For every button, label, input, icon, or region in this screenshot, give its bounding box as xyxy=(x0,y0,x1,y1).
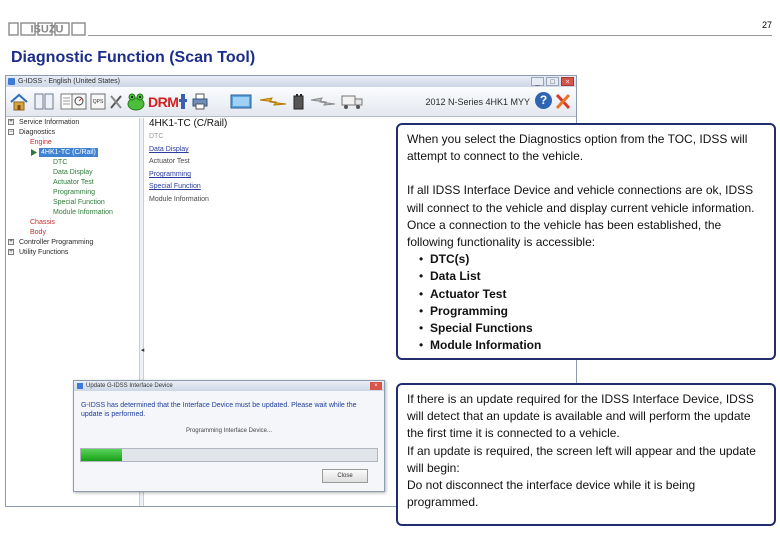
update-interface-dialog: Update G-IDSS Interface Device × G-IDSS … xyxy=(73,380,385,492)
toc-item-programming[interactable]: Programming xyxy=(53,188,95,197)
dialog-status-text: Programming Interface Device... xyxy=(185,428,273,434)
app-icon xyxy=(8,78,15,85)
dialog-titlebar[interactable]: Update G-IDSS Interface Device × xyxy=(74,381,384,391)
printer-icon[interactable] xyxy=(192,92,208,111)
content-link-special-function[interactable]: Special Function xyxy=(149,182,201,191)
dialog-title: Update G-IDSS Interface Device xyxy=(86,383,173,389)
vehicle-selection-label: 2012 N-Series 4HK1 MYY xyxy=(425,97,530,107)
window-controls: _ □ × xyxy=(531,77,574,86)
functionality-list: DTC(s) Data List Actuator Test Programmi… xyxy=(407,251,766,354)
callout-update-line1: If there is an update required for the I… xyxy=(407,392,754,441)
dialog-close-button[interactable]: Close xyxy=(322,469,368,483)
functionality-item-data-list: Data List xyxy=(419,268,766,285)
toc-item-body[interactable]: Body xyxy=(30,228,46,237)
maximize-button[interactable]: □ xyxy=(546,77,559,86)
drm-button[interactable]: DRM xyxy=(148,94,179,111)
tools-icon[interactable] xyxy=(108,92,124,111)
lightning-disabled-icon[interactable] xyxy=(309,92,337,111)
toc-item-utility-functions[interactable]: Utility Functions xyxy=(19,248,68,257)
help-icon[interactable]: ? xyxy=(535,92,552,109)
book-icon[interactable] xyxy=(33,92,55,111)
expand-toggle-icon[interactable]: + xyxy=(8,249,14,255)
content-link-programming[interactable]: Programming xyxy=(149,170,191,179)
update-progress-bar xyxy=(80,448,378,462)
lightning-icon[interactable] xyxy=(258,92,288,111)
frog-icon[interactable] xyxy=(126,92,146,111)
minimize-button[interactable]: _ xyxy=(531,77,544,86)
functionality-item-dtc: DTC(s) xyxy=(419,251,766,268)
svg-text:QPS: QPS xyxy=(93,99,104,105)
toc-item-actuator-test[interactable]: Actuator Test xyxy=(53,178,94,187)
settings-tool-icon[interactable] xyxy=(554,92,572,111)
toc-item-dtc[interactable]: DTC xyxy=(53,158,67,167)
toc-item-4hk1-tc[interactable]: 4HK1-TC (C/Rail) xyxy=(39,148,98,157)
expand-toggle-icon[interactable]: + xyxy=(8,239,14,245)
qps-icon[interactable]: QPS xyxy=(90,92,106,111)
functionality-item-special-functions: Special Functions xyxy=(419,320,766,337)
expand-toggle-icon[interactable]: + xyxy=(8,119,14,125)
diagnostics-icon[interactable] xyxy=(70,92,88,111)
main-toolbar: QPS DRM 2012 N-Series 4HK1 MYY ? xyxy=(6,87,576,117)
home-icon[interactable] xyxy=(9,92,29,111)
functionality-item-module-information: Module Information xyxy=(419,337,766,354)
dialog-message: G-IDSS has determined that the Interface… xyxy=(81,402,357,418)
content-link-module-information[interactable]: Module Information xyxy=(149,195,209,204)
toc-item-data-display[interactable]: Data Display xyxy=(53,168,93,177)
toc-item-chassis[interactable]: Chassis xyxy=(30,218,55,227)
collapse-toggle-icon[interactable]: − xyxy=(8,129,14,135)
current-selection-arrow-icon xyxy=(31,149,37,156)
header-divider xyxy=(88,35,772,36)
content-link-actuator-test[interactable]: Actuator Test xyxy=(149,157,190,166)
window-title: G-IDSS - English (United States) xyxy=(18,78,120,85)
callout-connect-intro: When you select the Diagnostics option f… xyxy=(407,132,748,164)
functionality-item-programming: Programming xyxy=(419,303,766,320)
toc-item-module-information[interactable]: Module Information xyxy=(53,208,113,217)
toc-item-controller-programming[interactable]: Controller Programming xyxy=(19,238,93,247)
slide-title: Diagnostic Function (Scan Tool) xyxy=(11,49,256,66)
dialog-app-icon xyxy=(77,383,83,389)
connector-icon[interactable] xyxy=(178,92,188,111)
callout-connect-detail: If all IDSS Interface Device and vehicle… xyxy=(407,183,755,250)
update-info-callout: If there is an update required for the I… xyxy=(396,383,776,526)
connect-info-callout: When you select the Diagnostics option f… xyxy=(396,123,776,360)
battery-icon[interactable] xyxy=(291,92,305,111)
content-title: 4HK1-TC (C/Rail) xyxy=(149,118,228,129)
screen-icon[interactable] xyxy=(230,92,252,111)
dialog-close-icon[interactable]: × xyxy=(370,382,382,390)
content-link-data-display[interactable]: Data Display xyxy=(149,145,189,154)
truck-icon[interactable] xyxy=(340,92,364,111)
isuzu-logo: ISUZU xyxy=(8,22,86,36)
brand-text: ISUZU xyxy=(31,24,64,36)
toc-item-engine[interactable]: Engine xyxy=(30,138,52,147)
callout-update-line3: Do not disconnect the interface device w… xyxy=(407,478,696,510)
toc-item-service-information[interactable]: Service Information xyxy=(19,118,79,127)
toc-item-special-function[interactable]: Special Function xyxy=(53,198,105,207)
functionality-item-actuator-test: Actuator Test xyxy=(419,286,766,303)
callout-update-line2: If an update is required, the screen lef… xyxy=(407,443,756,475)
toc-item-diagnostics[interactable]: Diagnostics xyxy=(19,128,55,137)
page-number: 27 xyxy=(761,20,772,30)
content-link-dtc[interactable]: DTC xyxy=(149,132,163,141)
window-titlebar[interactable]: G-IDSS - English (United States) _ □ × xyxy=(6,76,576,87)
progress-fill xyxy=(81,449,123,461)
close-button[interactable]: × xyxy=(561,77,574,86)
